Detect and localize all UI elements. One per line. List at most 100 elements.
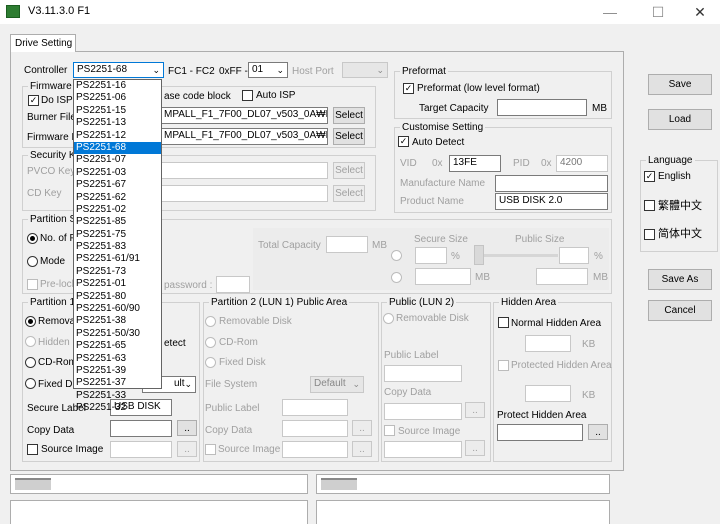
secure-percent-input[interactable] — [415, 247, 447, 264]
vid-input[interactable]: 13FE — [449, 155, 501, 172]
p2-filesystem-select[interactable]: Default ⌄ — [310, 376, 364, 393]
lun2-removable-radio[interactable] — [383, 313, 394, 324]
p2-source-image-checkbox[interactable] — [205, 444, 216, 455]
lun2-source-image-input[interactable] — [384, 441, 462, 458]
mode-radio[interactable] — [27, 256, 38, 267]
controller-option[interactable]: PS2251-50/30 — [74, 328, 161, 340]
close-button[interactable]: ✕ — [680, 0, 720, 24]
p1-copy-data-input[interactable] — [110, 420, 172, 437]
manufacture-name-input[interactable] — [495, 175, 608, 192]
p1-source-image-browse[interactable]: .. — [177, 441, 197, 457]
controller-option[interactable]: PS2251-61/91 — [74, 253, 161, 265]
secure-mb-radio[interactable] — [391, 272, 402, 283]
p2-source-image-browse[interactable]: .. — [352, 441, 372, 457]
public-mb-input[interactable] — [536, 268, 588, 285]
fc-select[interactable]: 01 ⌄ — [248, 62, 288, 78]
controller-option[interactable]: PS2251-73 — [74, 266, 161, 278]
protect-hidden-area-input[interactable] — [497, 424, 583, 441]
maximize-button[interactable]: ☐ — [638, 0, 678, 24]
controller-option[interactable]: PS2251-85 — [74, 216, 161, 228]
burner-select-button[interactable]: Select — [333, 107, 365, 124]
controller-option[interactable]: PS2251-62 — [74, 192, 161, 204]
auto-isp-checkbox[interactable] — [242, 90, 253, 101]
pvco-select-button[interactable]: Select — [333, 162, 365, 179]
p1-source-image-checkbox[interactable] — [27, 444, 38, 455]
total-capacity-input[interactable] — [326, 236, 368, 253]
protected-hidden-checkbox[interactable] — [498, 360, 509, 371]
p2-copy-data-browse[interactable]: .. — [352, 420, 372, 436]
controller-option[interactable]: PS2251-80 — [74, 291, 161, 303]
controller-option[interactable]: PS2251-32 — [74, 402, 161, 414]
minimize-button[interactable]: — — [590, 0, 630, 24]
tab-drive-setting[interactable]: Drive Setting — [10, 34, 76, 52]
p1-copy-data-browse[interactable]: .. — [177, 420, 197, 436]
p1-source-image-input[interactable] — [110, 441, 172, 458]
p2-removable-radio[interactable] — [205, 316, 216, 327]
public-percent-input[interactable] — [559, 247, 589, 264]
controller-option[interactable]: PS2251-83 — [74, 241, 161, 253]
preformat-checkbox[interactable]: ✓ — [403, 83, 414, 94]
controller-option[interactable]: PS2251-38 — [74, 315, 161, 327]
controller-option[interactable]: PS2251-13 — [74, 117, 161, 129]
auto-detect-checkbox[interactable]: ✓ — [398, 136, 409, 147]
normal-hidden-input[interactable] — [525, 335, 571, 352]
controller-option[interactable]: PS2251-07 — [74, 154, 161, 166]
controller-option[interactable]: PS2251-65 — [74, 340, 161, 352]
cd-select-button[interactable]: Select — [333, 185, 365, 202]
p1-cdrom-radio[interactable] — [25, 357, 36, 368]
lun2-copy-data-input[interactable] — [384, 403, 462, 420]
no-of-partition-radio[interactable] — [27, 233, 38, 244]
secure-mb-input[interactable] — [415, 268, 471, 285]
p2-public-label-input[interactable] — [282, 399, 348, 416]
simp-chinese-checkbox[interactable] — [644, 229, 655, 240]
lun2-copy-data-browse[interactable]: .. — [465, 402, 485, 418]
protect-hidden-browse[interactable]: .. — [588, 424, 608, 440]
burner-file-input[interactable]: MPALL_F1_7F00_DL07_v503_0A₩MP/ — [160, 107, 328, 124]
pid-input[interactable]: 4200 — [556, 155, 608, 172]
controller-select[interactable]: PS2251-68 ⌄ — [73, 62, 164, 78]
controller-option[interactable]: PS2251-03 — [74, 167, 161, 179]
p1-fixed-radio[interactable] — [25, 378, 36, 389]
load-button[interactable]: Load — [648, 109, 712, 130]
save-button[interactable]: Save — [648, 74, 712, 95]
size-slider[interactable] — [476, 254, 558, 257]
controller-option[interactable]: PS2251-68 — [74, 141, 161, 155]
controller-option[interactable]: PS2251-39 — [74, 365, 161, 377]
pvco-key-input[interactable] — [160, 162, 328, 179]
controller-option[interactable]: PS2251-33 — [74, 390, 161, 402]
trad-chinese-checkbox[interactable] — [644, 200, 655, 211]
size-slider-thumb[interactable] — [474, 245, 484, 265]
do-isp-checkbox[interactable]: ✓ — [28, 95, 39, 106]
p2-cdrom-radio[interactable] — [205, 337, 216, 348]
controller-option[interactable]: PS2251-01 — [74, 278, 161, 290]
english-checkbox[interactable]: ✓ — [644, 171, 655, 182]
lun2-public-label-input[interactable] — [384, 365, 462, 382]
p1-removable-radio[interactable] — [25, 316, 36, 327]
p2-fixed-radio[interactable] — [205, 357, 216, 368]
controller-option[interactable]: PS2251-06 — [74, 92, 161, 104]
password-input[interactable] — [216, 276, 250, 293]
p2-source-image-input[interactable] — [282, 441, 348, 458]
controller-option[interactable]: PS2251-16 — [74, 80, 161, 92]
target-capacity-input[interactable] — [497, 99, 587, 116]
normal-hidden-checkbox[interactable] — [498, 317, 509, 328]
save-as-button[interactable]: Save As — [648, 269, 712, 290]
p1-hidden-radio[interactable] — [25, 336, 36, 347]
controller-option[interactable]: PS2251-67 — [74, 179, 161, 191]
firmware-file-input[interactable]: MPALL_F1_7F00_DL07_v503_0A₩MP/ — [160, 128, 328, 145]
cd-key-input[interactable] — [160, 185, 328, 202]
cancel-button[interactable]: Cancel — [648, 300, 712, 321]
protected-hidden-input[interactable] — [525, 385, 571, 402]
controller-dropdown-list[interactable]: PS2251-16 PS2251-06 PS2251-15 PS2251-13 PS22… — [73, 79, 162, 413]
controller-option[interactable]: PS2251-63 — [74, 353, 161, 365]
product-name-input[interactable]: USB DISK 2.0 — [495, 193, 608, 210]
controller-option[interactable]: PS2251-37 — [74, 377, 161, 389]
controller-option[interactable]: PS2251-12 — [74, 130, 161, 142]
p2-copy-data-input[interactable] — [282, 420, 348, 437]
lun2-source-image-browse[interactable]: .. — [465, 440, 485, 456]
lun2-source-image-checkbox[interactable] — [384, 425, 395, 436]
controller-option[interactable]: PS2251-60/90 — [74, 303, 161, 315]
host-port-select[interactable]: ⌄ — [342, 62, 388, 78]
controller-option[interactable]: PS2251-15 — [74, 105, 161, 117]
secure-percent-radio[interactable] — [391, 250, 402, 261]
